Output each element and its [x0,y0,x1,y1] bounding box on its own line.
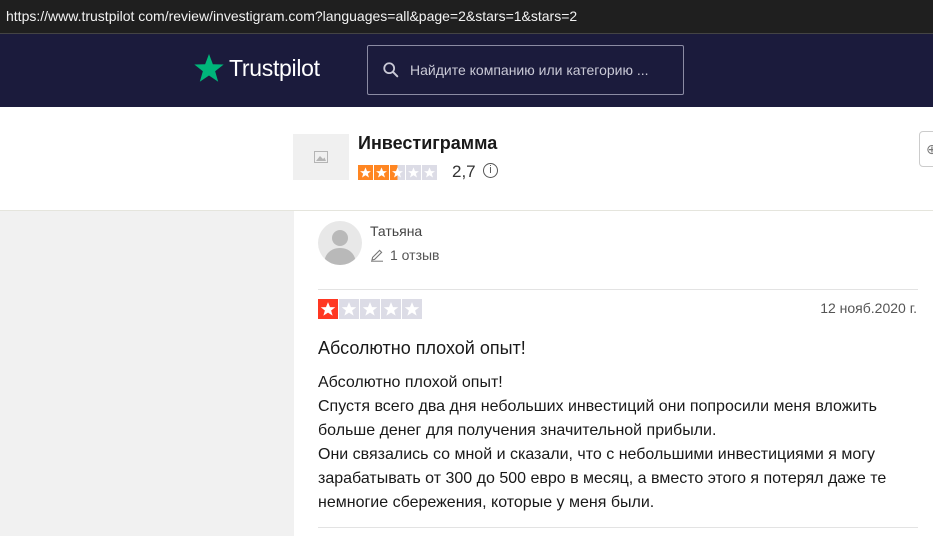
review-body: Абсолютно плохой опыт! Спустя всего два … [318,371,918,515]
business-star-rating [358,165,437,180]
url-text[interactable]: https://www.trustpilot com/review/invest… [6,8,577,24]
browser-address-bar[interactable]: https://www.trustpilot com/review/invest… [0,0,933,34]
trustpilot-logo[interactable]: Trustpilot [193,51,320,85]
star-icon [358,165,373,180]
visit-website-button[interactable]: ⊕ [919,131,933,167]
business-name[interactable]: Инвестиграмма [358,133,497,154]
review-count-text: 1 отзыв [390,247,440,263]
left-sidebar-area [0,211,294,536]
globe-icon: ⊕ [926,141,933,157]
search-box[interactable] [367,45,684,95]
review-body-line: Спустя всего два дня небольших инвестици… [318,398,878,439]
reviewer-name[interactable]: Татьяна [370,223,422,239]
review-body-line: Они связались со мной и сказали, что с н… [318,446,887,511]
star-empty-icon [406,165,421,180]
star-empty-icon [422,165,437,180]
star-icon [374,165,389,180]
star-empty-icon [360,299,380,319]
pencil-icon [371,249,383,262]
business-info: Инвестиграмма 2,7 i ⊕ [0,107,933,211]
divider [318,289,918,290]
business-logo[interactable] [293,134,349,180]
search-input[interactable] [408,61,672,79]
image-placeholder-icon [314,151,328,163]
star-icon [318,299,338,319]
review-star-rating [318,299,422,319]
avatar-icon [324,230,356,265]
logo-text: Trustpilot [229,54,320,81]
info-icon[interactable]: i [483,163,498,178]
review-date: 12 нояб.2020 г. [820,300,917,316]
trustscore-value: 2,7 [452,162,476,181]
star-empty-icon [402,299,422,319]
review-title[interactable]: Абсолютно плохой опыт! [318,338,526,359]
star-empty-icon [339,299,359,319]
star-half-icon [390,165,405,180]
review-body-line: Абсолютно плохой опыт! [318,374,503,391]
search-icon [383,62,399,78]
star-icon [194,54,224,82]
review-card: Татьяна 1 отзыв 12 нояб.2020 г. Абсолютн… [294,211,933,536]
star-empty-icon [381,299,401,319]
divider [318,527,918,528]
avatar[interactable] [318,221,362,265]
site-header: Trustpilot [0,34,933,107]
reviewer-review-count: 1 отзыв [370,247,440,263]
